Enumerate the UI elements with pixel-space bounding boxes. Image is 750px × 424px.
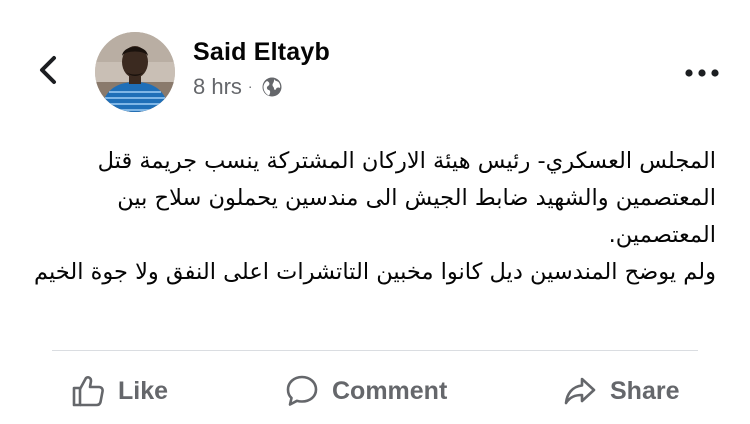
chevron-left-icon bbox=[40, 56, 56, 84]
share-arrow-icon bbox=[564, 377, 596, 405]
post-meta: 8 hrs · bbox=[193, 74, 283, 100]
share-label: Share bbox=[610, 376, 680, 405]
globe-icon bbox=[262, 77, 282, 97]
post-timestamp[interactable]: 8 hrs bbox=[193, 74, 242, 100]
like-label: Like bbox=[118, 376, 169, 405]
author-name[interactable]: Said Eltayb bbox=[193, 38, 330, 67]
more-options-button[interactable] bbox=[680, 58, 724, 88]
meta-separator: · bbox=[247, 78, 253, 94]
avatar[interactable] bbox=[95, 32, 175, 112]
profile-photo bbox=[95, 32, 175, 112]
back-button[interactable] bbox=[30, 52, 66, 88]
share-button[interactable]: Share bbox=[562, 364, 679, 418]
actions-divider bbox=[52, 350, 698, 351]
comment-button[interactable]: Comment bbox=[284, 364, 447, 418]
thumbs-up-icon bbox=[72, 376, 104, 407]
post-actions-bar: Like Comment Share bbox=[0, 364, 750, 418]
post-body-text: المجلس العسكري- رئيس هيئة الاركان المشتر… bbox=[34, 148, 716, 285]
like-button[interactable]: Like bbox=[70, 364, 168, 418]
comment-label: Comment bbox=[332, 376, 448, 405]
speech-bubble-icon bbox=[286, 375, 318, 406]
more-horizontal-icon bbox=[685, 69, 719, 77]
